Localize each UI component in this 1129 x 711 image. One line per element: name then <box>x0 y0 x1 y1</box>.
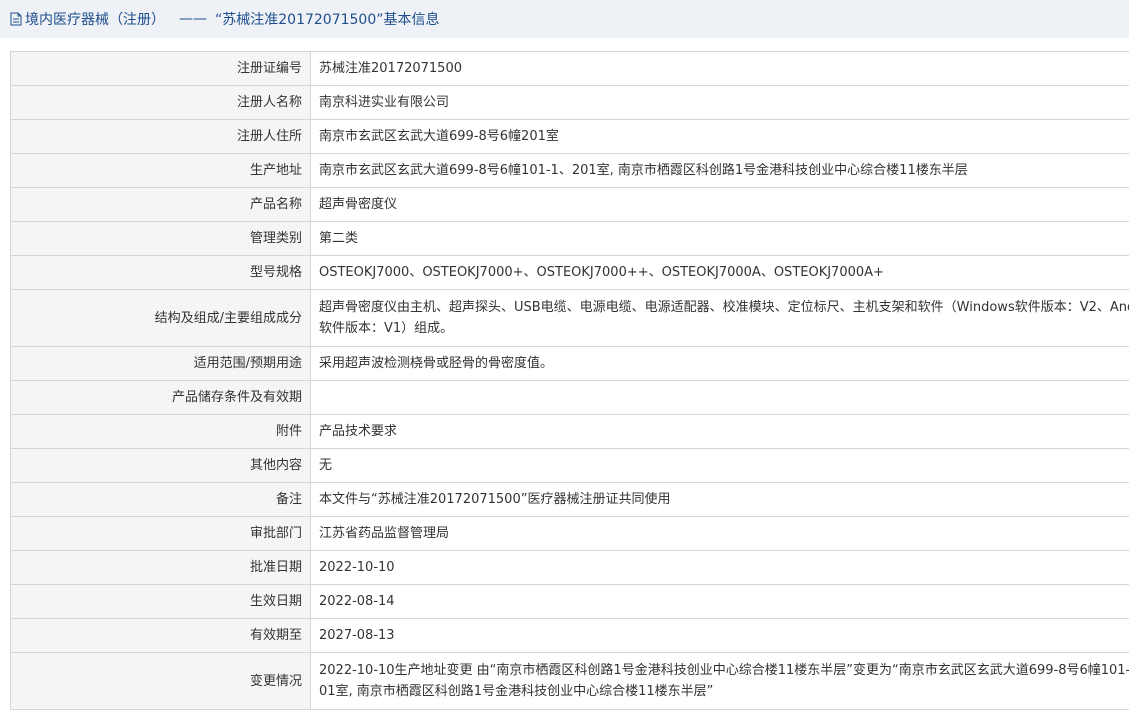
field-value: 超声骨密度仪 <box>310 187 1129 222</box>
field-value: 南京科进实业有限公司 <box>310 85 1129 120</box>
table-row: 注册证编号 苏械注准20172071500 <box>10 51 1129 86</box>
table-row: 结构及组成/主要组成成分 超声骨密度仪由主机、超声探头、USB电缆、电源电缆、电源… <box>10 289 1129 347</box>
field-value: 采用超声波检测桡骨或胫骨的骨密度值。 <box>310 346 1129 381</box>
table-row: 型号规格 OSTEOKJ7000、OSTEOKJ7000+、OSTEOKJ7000… <box>10 255 1129 290</box>
field-label: 注册人名称 <box>10 85 311 120</box>
table-row: 附件 产品技术要求 <box>10 414 1129 449</box>
table-row: 注册人名称 南京科进实业有限公司 <box>10 85 1129 120</box>
table-row: 批准日期 2022-10-10 <box>10 550 1129 585</box>
field-value: 苏械注准20172071500 <box>310 51 1129 86</box>
field-label: 注册人住所 <box>10 119 311 154</box>
field-label: 注册证编号 <box>10 51 311 86</box>
header-category: 境内医疗器械（注册） <box>25 12 165 28</box>
field-label: 适用范围/预期用途 <box>10 346 311 381</box>
table-row: 生效日期 2022-08-14 <box>10 584 1129 619</box>
field-label: 备注 <box>10 482 311 517</box>
field-value: 无 <box>310 448 1129 483</box>
registration-info-table: 注册证编号 苏械注准20172071500 注册人名称 南京科进实业有限公司 注册人住所… <box>10 51 1129 710</box>
field-value <box>310 380 1129 415</box>
field-value: 南京市玄武区玄武大道699-8号6幢201室 <box>310 119 1129 154</box>
field-value: OSTEOKJ7000、OSTEOKJ7000+、OSTEOKJ7000++、O… <box>310 255 1129 290</box>
table-row: 管理类别 第二类 <box>10 221 1129 256</box>
table-row: 生产地址 南京市玄武区玄武大道699-8号6幢101-1、201室, 南京市栖霞区… <box>10 153 1129 188</box>
field-value: 2022-10-10生产地址变更 由“南京市栖霞区科创路1号金港科技创业中心综合… <box>310 652 1129 710</box>
field-label: 管理类别 <box>10 221 311 256</box>
field-value: 江苏省药品监督管理局 <box>310 516 1129 551</box>
table-row: 产品名称 超声骨密度仪 <box>10 187 1129 222</box>
field-label: 生产地址 <box>10 153 311 188</box>
field-value: 南京市玄武区玄武大道699-8号6幢101-1、201室, 南京市栖霞区科创路1… <box>310 153 1129 188</box>
field-label: 型号规格 <box>10 255 311 290</box>
field-value: 2022-10-10 <box>310 550 1129 585</box>
document-icon <box>10 12 22 26</box>
header-separator: —— <box>179 11 207 27</box>
field-value: 2022-08-14 <box>310 584 1129 619</box>
field-value: 2027-08-13 <box>310 618 1129 653</box>
field-label: 其他内容 <box>10 448 311 483</box>
header-subtitle: “苏械注准20172071500”基本信息 <box>215 12 440 28</box>
table-row: 备注 本文件与“苏械注准20172071500”医疗器械注册证共同使用 <box>10 482 1129 517</box>
table-row: 其他内容无 <box>10 448 1129 483</box>
table-row: 变更情况 2022-10-10生产地址变更 由“南京市栖霞区科创路1号金港科技创业… <box>10 652 1129 710</box>
field-label: 生效日期 <box>10 584 311 619</box>
field-label: 结构及组成/主要组成成分 <box>10 289 311 347</box>
field-label: 产品储存条件及有效期 <box>10 380 311 415</box>
field-label: 变更情况 <box>10 652 311 710</box>
table-row: 审批部门 江苏省药品监督管理局 <box>10 516 1129 551</box>
field-value: 第二类 <box>310 221 1129 256</box>
table-row: 注册人住所 南京市玄武区玄武大道699-8号6幢201室 <box>10 119 1129 154</box>
field-label: 审批部门 <box>10 516 311 551</box>
field-label: 批准日期 <box>10 550 311 585</box>
table-row: 适用范围/预期用途 采用超声波检测桡骨或胫骨的骨密度值。 <box>10 346 1129 381</box>
table-row: 产品储存条件及有效期 <box>10 380 1129 415</box>
page-header: 境内医疗器械（注册） —— “苏械注准20172071500”基本信息 <box>0 0 1129 38</box>
field-label: 产品名称 <box>10 187 311 222</box>
field-value: 本文件与“苏械注准20172071500”医疗器械注册证共同使用 <box>310 482 1129 517</box>
table-row: 有效期至 2027-08-13 <box>10 618 1129 653</box>
info-table-wrapper: 注册证编号 苏械注准20172071500 注册人名称 南京科进实业有限公司 注册人住所… <box>0 38 1129 710</box>
field-label: 有效期至 <box>10 618 311 653</box>
field-value: 超声骨密度仪由主机、超声探头、USB电缆、电源电缆、电源适配器、校准模块、定位标… <box>310 289 1129 347</box>
field-label: 附件 <box>10 414 311 449</box>
field-value: 产品技术要求 <box>310 414 1129 449</box>
